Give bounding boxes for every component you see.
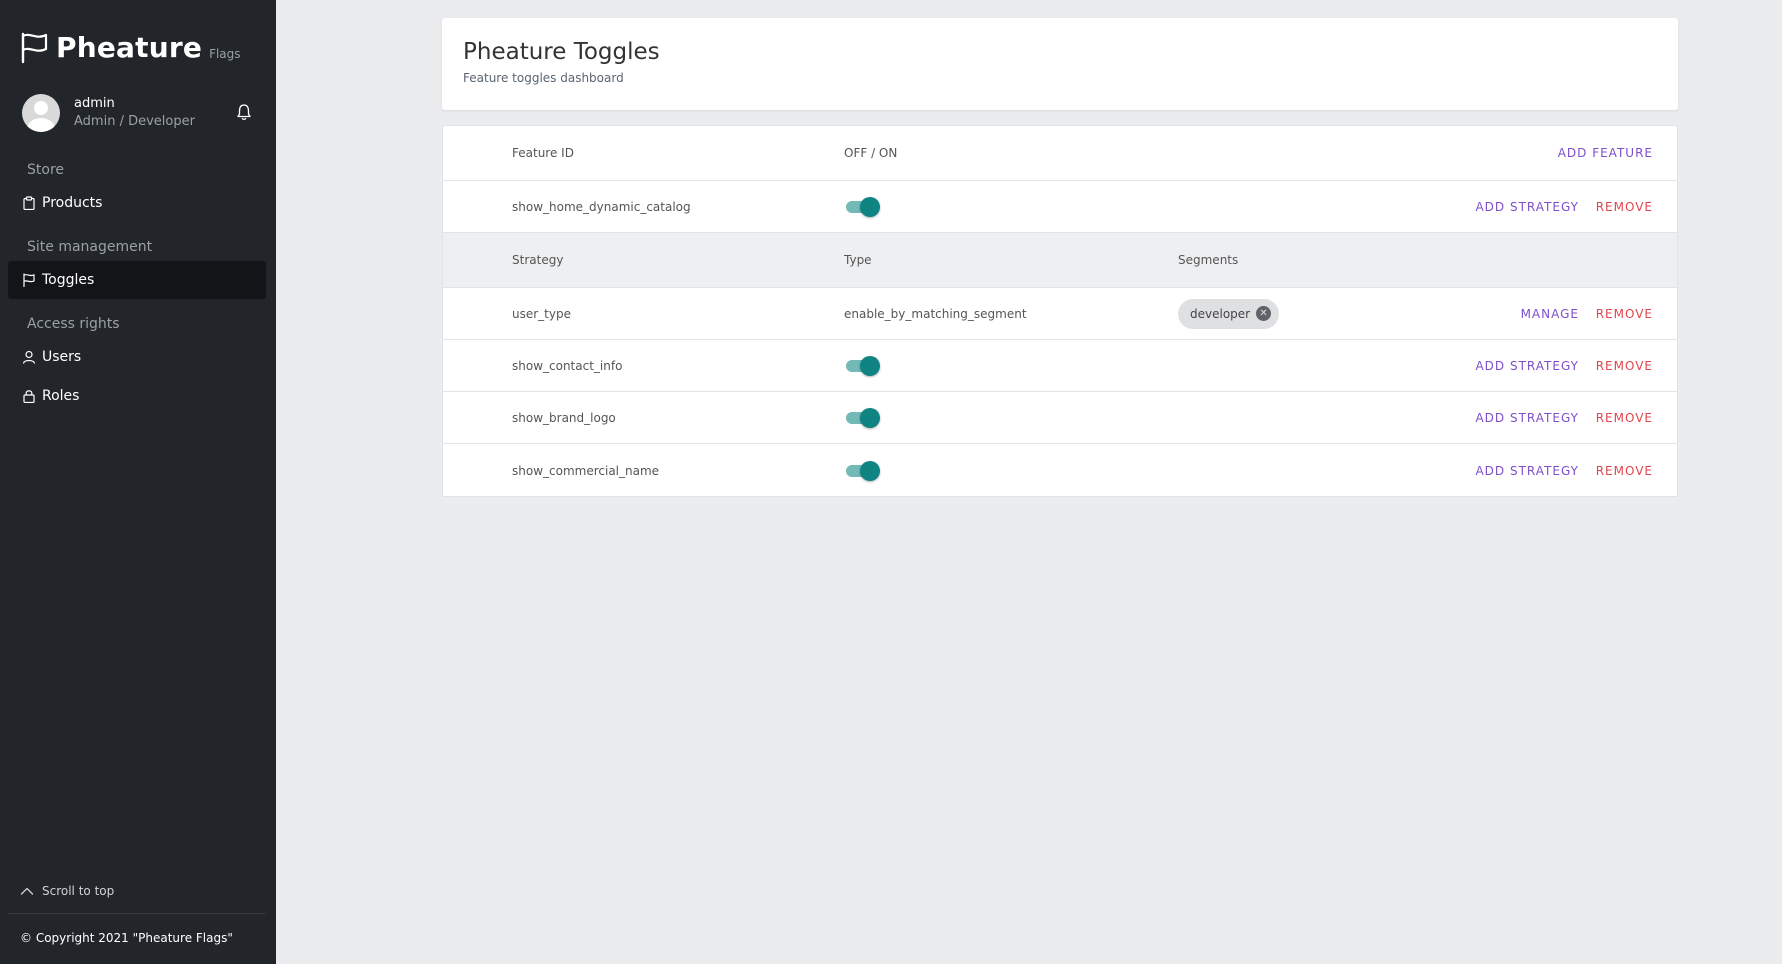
scroll-to-top-link[interactable]: Scroll to top: [20, 884, 114, 898]
feature-toggle-switch[interactable]: [844, 196, 882, 218]
page-subtitle: Feature toggles dashboard: [463, 71, 624, 85]
nav-section-access-rights: Access rights: [27, 316, 120, 332]
nav-section-store: Store: [27, 162, 65, 178]
add-strategy-button[interactable]: ADD STRATEGY: [1475, 200, 1579, 214]
brand-name: Pheature: [56, 31, 203, 64]
copyright: © Copyright 2021 "Pheature Flags": [20, 931, 233, 945]
feature-id: show_commercial_name: [512, 463, 660, 478]
page-header: Pheature Toggles Feature toggles dashboa…: [442, 18, 1678, 110]
strategy-type: enable_by_matching_segment: [844, 306, 1027, 321]
user-icon: [22, 350, 36, 364]
feature-id: show_contact_info: [512, 358, 623, 373]
remove-feature-button[interactable]: REMOVE: [1596, 464, 1653, 478]
sidebar-item-toggles[interactable]: Toggles: [8, 261, 266, 299]
user-name: admin: [74, 96, 115, 111]
add-strategy-button[interactable]: ADD STRATEGY: [1475, 411, 1579, 425]
strategy-header-row: Strategy Type Segments: [443, 233, 1677, 288]
sidebar-item-label: Products: [42, 195, 103, 211]
divider: [8, 913, 266, 914]
feature-id: show_brand_logo: [512, 410, 616, 425]
column-header-feature-id: Feature ID: [512, 146, 574, 160]
chip-remove-icon[interactable]: ✕: [1256, 306, 1272, 321]
column-header-type: Type: [844, 253, 872, 267]
feature-toggle-switch[interactable]: [844, 355, 882, 377]
segment-chip-label: developer: [1190, 306, 1251, 321]
scroll-to-top-label: Scroll to top: [42, 884, 115, 898]
remove-feature-button[interactable]: REMOVE: [1596, 200, 1653, 214]
page-title: Pheature Toggles: [463, 39, 660, 65]
user-profile: admin Admin / Developer: [22, 94, 262, 134]
chevron-up-icon: [20, 887, 34, 895]
column-header-strategy: Strategy: [512, 253, 564, 267]
sidebar-item-label: Users: [42, 349, 82, 365]
table-row: show_home_dynamic_catalog ADD STRATEGY R…: [443, 181, 1677, 233]
add-strategy-button[interactable]: ADD STRATEGY: [1475, 464, 1579, 478]
remove-feature-button[interactable]: REMOVE: [1596, 411, 1653, 425]
add-strategy-button[interactable]: ADD STRATEGY: [1475, 359, 1579, 373]
feature-toggle-switch[interactable]: [844, 460, 882, 482]
sidebar-item-users[interactable]: Users: [8, 338, 266, 376]
flag-logo-icon: [21, 32, 48, 64]
remove-strategy-button[interactable]: REMOVE: [1596, 307, 1653, 321]
segment-chip: developer ✕: [1178, 298, 1280, 329]
sidebar-item-label: Toggles: [42, 272, 95, 288]
brand[interactable]: Pheature Flags: [20, 32, 241, 64]
sidebar-item-label: Roles: [42, 388, 80, 404]
strategy-id: user_type: [512, 306, 571, 321]
bell-icon[interactable]: [236, 103, 252, 121]
table-header-row: Feature ID OFF / ON ADD FEATURE: [443, 126, 1677, 181]
feature-toggle-switch[interactable]: [844, 407, 882, 429]
column-header-toggle: OFF / ON: [844, 146, 898, 160]
clipboard-icon: [23, 196, 35, 210]
remove-feature-button[interactable]: REMOVE: [1596, 359, 1653, 373]
sidebar-item-roles[interactable]: Roles: [8, 377, 266, 415]
sidebar: Pheature Flags admin Admin / Developer S…: [0, 0, 276, 964]
sidebar-item-products[interactable]: Products: [8, 184, 266, 222]
nav-section-site-management: Site management: [27, 239, 153, 255]
feature-id: show_home_dynamic_catalog: [512, 199, 691, 214]
add-feature-button[interactable]: ADD FEATURE: [1558, 146, 1653, 160]
avatar[interactable]: [22, 94, 60, 132]
column-header-segments: Segments: [1178, 253, 1239, 267]
brand-subtitle: Flags: [209, 47, 241, 61]
table-row: show_commercial_name ADD STRATEGY REMOVE: [443, 444, 1677, 497]
table-row: show_brand_logo ADD STRATEGY REMOVE: [443, 392, 1677, 444]
manage-strategy-button[interactable]: MANAGE: [1521, 307, 1579, 321]
toggles-table: Feature ID OFF / ON ADD FEATURE show_hom…: [442, 125, 1678, 497]
lock-icon: [23, 390, 35, 403]
table-row: show_contact_info ADD STRATEGY REMOVE: [443, 340, 1677, 392]
strategy-row: user_type enable_by_matching_segment dev…: [443, 288, 1677, 340]
user-role: Admin / Developer: [74, 114, 195, 129]
flag-icon: [23, 273, 35, 287]
